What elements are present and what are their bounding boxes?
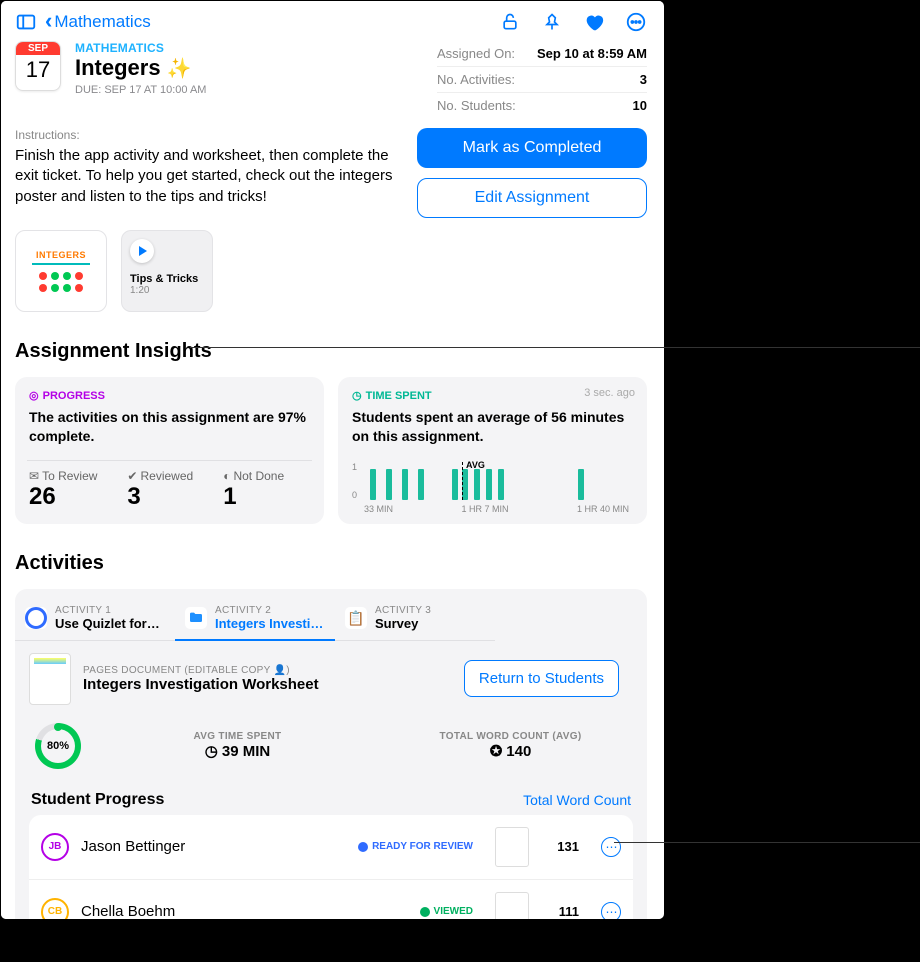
status-badge: VIEWED (420, 906, 473, 917)
pin-icon[interactable] (541, 11, 563, 33)
sparkle-icon: ✨ (167, 56, 192, 81)
activities-card: ACTIVITY 1Use Quizlet for… ACTIVITY 2Int… (15, 589, 647, 919)
play-icon (130, 239, 154, 263)
activities-heading: Activities (1, 524, 661, 581)
instructions-text: Finish the app activity and worksheet, t… (15, 146, 397, 207)
instructions-label: Instructions: (15, 128, 397, 142)
return-to-students-button[interactable]: Return to Students (464, 660, 619, 697)
survey-icon: 📋 (345, 607, 367, 629)
back-label: Mathematics (54, 12, 150, 32)
folder-icon (185, 607, 207, 629)
time-chart: 1 0 AVG 33 MIN 1 HR 7 MIN 1 HR 40 MIN (352, 462, 633, 514)
time-spent-card[interactable]: ◷ TIME SPENT 3 sec. ago Students spent a… (338, 377, 647, 524)
insights-heading: Assignment Insights (1, 312, 661, 369)
half-circle-icon: ◐ (223, 469, 230, 483)
avatar: JB (41, 833, 69, 861)
callout-line (614, 842, 920, 843)
tab-activity-2[interactable]: ACTIVITY 2Integers Investi… (175, 599, 335, 641)
calendar-month: SEP (16, 42, 60, 55)
clock-icon: ◷ (352, 389, 362, 402)
work-thumbnail[interactable] (495, 827, 529, 867)
word-count: 131 (551, 839, 579, 854)
status-badge: READY FOR REVIEW (358, 841, 473, 852)
attachment-poster[interactable]: INTEGERS (15, 230, 107, 312)
inbox-icon: ✉ (29, 469, 39, 483)
class-name-eyebrow: MATHEMATICS (75, 41, 206, 55)
student-list: JB Jason Bettinger READY FOR REVIEW 131 … (29, 815, 633, 919)
lock-open-icon[interactable] (499, 11, 521, 33)
sort-button[interactable]: Total Word Count (523, 792, 631, 808)
more-icon[interactable] (625, 11, 647, 33)
attachments-row: INTEGERS Tips & Tricks 1:20 (1, 218, 661, 312)
callout-line (190, 347, 920, 348)
document-thumbnail[interactable] (29, 653, 71, 705)
row-more-button[interactable]: ⋯ (601, 902, 621, 919)
student-row[interactable]: CB Chella Boehm VIEWED 111 ⋯ (29, 880, 633, 919)
mark-completed-button[interactable]: Mark as Completed (417, 128, 647, 168)
time-msg: Students spent an average of 56 minutes … (352, 408, 633, 446)
video-duration: 1:20 (130, 285, 149, 296)
back-button[interactable]: ‹ Mathematics (45, 11, 151, 33)
due-date: DUE: SEP 17 AT 10:00 AM (75, 84, 206, 96)
word-count: 111 (551, 904, 579, 919)
edit-assignment-button[interactable]: Edit Assignment (417, 178, 647, 218)
calendar-icon: SEP 17 (15, 41, 61, 91)
document-title: Integers Investigation Worksheet (83, 676, 319, 693)
assignment-header: SEP 17 MATHEMATICS Integers ✨ DUE: SEP 1… (1, 37, 661, 118)
student-name: Chella Boehm (81, 903, 408, 919)
sidebar-toggle-icon[interactable] (15, 11, 37, 33)
student-progress-heading: Student Progress (31, 791, 164, 809)
student-name: Jason Bettinger (81, 838, 346, 855)
avatar: CB (41, 898, 69, 919)
work-thumbnail[interactable] (495, 892, 529, 919)
progress-card[interactable]: ◎ PROGRESS The activities on this assign… (15, 377, 324, 524)
tab-activity-3[interactable]: 📋 ACTIVITY 3Survey (335, 599, 495, 641)
heart-icon[interactable] (583, 11, 605, 33)
progress-msg: The activities on this assignment are 97… (29, 408, 310, 446)
video-title: Tips & Tricks (130, 273, 198, 285)
target-icon: ◎ (29, 389, 39, 402)
row-more-button[interactable]: ⋯ (601, 837, 621, 857)
top-toolbar: ‹ Mathematics (1, 1, 661, 37)
assignment-detail-screen: { "nav": { "back": "Mathematics" }, "hea… (1, 1, 661, 919)
chevron-left-icon: ‹ (45, 10, 52, 32)
tab-activity-1[interactable]: ACTIVITY 1Use Quizlet for… (15, 599, 175, 641)
quizlet-icon (25, 607, 47, 629)
document-type-label: PAGES DOCUMENT (EDITABLE COPY 👤) (83, 665, 319, 676)
clock-icon: ◷ (205, 742, 218, 760)
calendar-day: 17 (26, 55, 50, 83)
student-row[interactable]: JB Jason Bettinger READY FOR REVIEW 131 … (29, 815, 633, 880)
assignment-title: Integers ✨ (75, 55, 206, 81)
badge-icon: ✪ (490, 742, 503, 760)
assignment-meta: Assigned On:Sep 10 at 8:59 AM No. Activi… (437, 41, 647, 118)
updated-ago: 3 sec. ago (584, 387, 635, 399)
check-circle-icon: ✔ (127, 469, 137, 483)
progress-ring: 80% (35, 723, 81, 769)
attachment-video[interactable]: Tips & Tricks 1:20 (121, 230, 213, 312)
